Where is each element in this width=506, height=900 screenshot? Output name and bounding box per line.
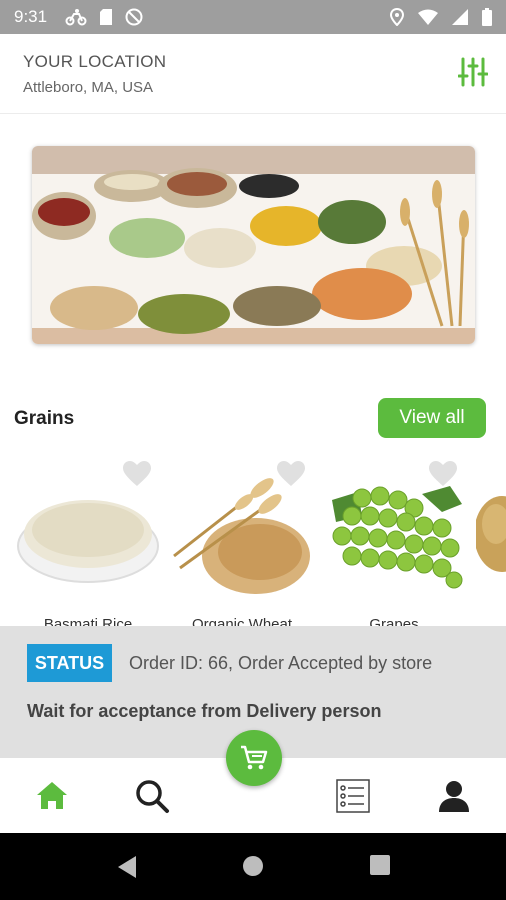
product-card[interactable]: Basmati Rice [16,456,160,631]
wifi-icon [418,9,438,25]
sd-card-icon [100,9,113,25]
view-all-button[interactable]: View all [378,398,486,438]
product-carousel[interactable]: Basmati Rice Organic Wheat Grapes [0,456,506,631]
recents-icon[interactable] [370,855,390,875]
location-pin-icon [390,8,404,26]
home-icon[interactable] [34,778,70,814]
app-screen: 9:31 YOUR LOCATION Attleboro, MA, USA Gr… [0,0,506,900]
bike-delivery-icon [65,9,87,26]
profile-icon[interactable] [436,778,472,814]
back-icon[interactable] [116,855,138,879]
status-system-icons [390,8,492,26]
orders-list-icon[interactable] [335,778,371,814]
cart-button[interactable] [226,730,282,786]
home-circle-icon[interactable] [242,855,264,877]
location-header: YOUR LOCATION Attleboro, MA, USA [0,34,506,114]
system-navigation-bar [0,833,506,900]
do-not-disturb-icon [125,8,143,26]
status-notification-icons [65,8,143,26]
heart-icon[interactable] [276,460,306,488]
grains-banner-image [32,146,475,344]
signal-icon [452,9,468,25]
order-wait-text: Wait for acceptance from Delivery person [27,701,382,721]
product-card[interactable] [476,456,506,631]
potato-image [476,496,506,572]
status-time: 9:31 [14,7,48,26]
promo-banner[interactable] [32,146,475,344]
location-label: YOUR LOCATION [23,52,167,71]
section-title-grains: Grains [14,408,75,429]
status-badge: STATUS [27,644,112,682]
battery-icon [482,8,492,26]
location-value[interactable]: Attleboro, MA, USA [23,79,153,96]
product-card[interactable]: Organic Wheat [170,456,314,631]
sliders-icon[interactable] [458,56,488,88]
search-icon[interactable] [134,778,170,814]
heart-icon[interactable] [122,460,152,488]
heart-icon[interactable] [428,460,458,488]
product-card[interactable]: Grapes [322,456,466,631]
cart-icon [241,745,268,770]
order-status-text: Order ID: 66, Order Accepted by store [129,653,433,673]
status-bar: 9:31 [0,0,506,34]
